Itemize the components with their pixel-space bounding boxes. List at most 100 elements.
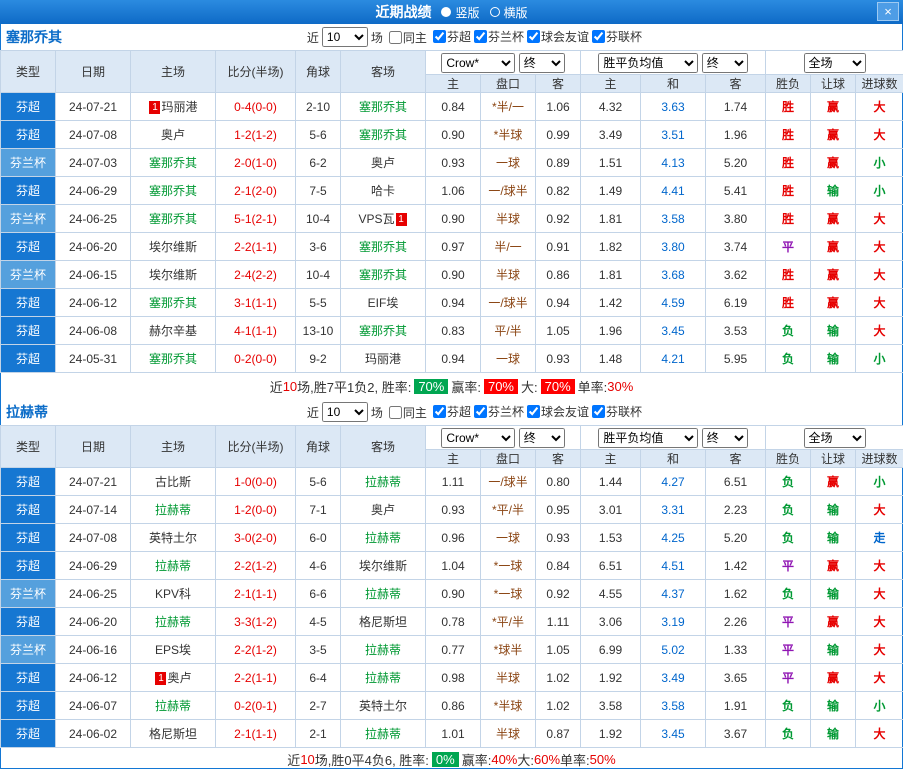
away-team-cell: 埃尔维斯 <box>340 551 426 580</box>
result-cell: 负 <box>765 344 812 373</box>
score-cell: 0-2(0-1) <box>215 691 296 720</box>
handicap-result-cell: 输 <box>810 495 857 524</box>
avg-away-cell: 5.41 <box>705 176 767 205</box>
league-filter[interactable]: 芬联杯 <box>589 403 642 420</box>
avg-draw-cell: 4.27 <box>640 467 707 496</box>
away-odds-cell: 0.93 <box>534 344 582 373</box>
away-odds-cell: 0.95 <box>534 495 582 524</box>
summary-segment: 场,胜0平4负6, 胜率: <box>314 753 429 768</box>
avg-draw-cell: 3.45 <box>640 316 707 345</box>
avg-time-select[interactable]: 终 <box>701 52 748 73</box>
home-odds-cell: 0.94 <box>425 344 481 373</box>
same-home-checkbox[interactable] <box>388 30 402 44</box>
league-checkbox[interactable] <box>432 30 446 43</box>
avg-type-select[interactable]: 胜平负均值 <box>598 52 699 73</box>
avg-home-cell: 1.92 <box>580 719 642 748</box>
score-cell: 2-2(1-1) <box>215 232 296 261</box>
avg-draw-cell: 3.45 <box>640 719 707 748</box>
away-team-cell: 塞那乔其 <box>340 92 426 121</box>
summary-segment: 近 <box>287 753 301 768</box>
date-cell: 24-07-14 <box>55 495 131 524</box>
odds-company-select[interactable]: Crow* <box>441 427 516 448</box>
league-filter[interactable]: 芬超 <box>430 403 471 420</box>
league-label: 芬联杯 <box>605 30 642 44</box>
avg-header: 胜平负均值 终 <box>580 50 767 75</box>
league-checkbox[interactable] <box>591 30 605 43</box>
scope-select[interactable]: 全场 <box>803 52 866 73</box>
away-team-name: 塞那乔其 <box>358 268 407 282</box>
team-section-home: 塞那乔其 近 10 场 同主 芬超 芬兰杯 球会友谊 芬联杯 类型 日期 主场 … <box>0 24 903 399</box>
handicap-cell: 半球 <box>480 260 536 289</box>
handicap-result-cell: 输 <box>810 691 857 720</box>
handicap-cell: 一/球半 <box>480 467 536 496</box>
avg-away-cell: 5.20 <box>705 523 767 552</box>
result-cell: 负 <box>765 495 812 524</box>
avg-away-cell: 3.74 <box>705 232 767 261</box>
col-type: 类型 <box>0 50 56 93</box>
corner-cell: 10-4 <box>295 260 341 289</box>
handicap-cell: *半球 <box>480 120 536 149</box>
avg-home-cell: 1.44 <box>580 467 642 496</box>
avg-time-select[interactable]: 终 <box>701 427 748 448</box>
summary-segment: 40% <box>491 752 518 767</box>
league-checkbox[interactable] <box>591 405 605 418</box>
home-odds-cell: 0.90 <box>425 579 481 608</box>
odds-company-select[interactable]: Crow* <box>441 52 516 73</box>
league-checkbox[interactable] <box>432 405 446 418</box>
layout-option-label: 竖版 <box>455 5 480 20</box>
recent-label: 近 <box>306 30 319 45</box>
league-filter[interactable]: 芬兰杯 <box>471 403 524 420</box>
recent-count-select[interactable]: 10 <box>321 27 368 47</box>
avg-away-cell: 3.67 <box>705 719 767 748</box>
league-checkbox[interactable] <box>526 30 540 43</box>
games-label: 场 <box>370 30 383 45</box>
corner-cell: 6-0 <box>295 523 341 552</box>
score-cell: 2-2(1-2) <box>215 551 296 580</box>
avg-draw-cell: 4.25 <box>640 523 707 552</box>
league-checkbox[interactable] <box>526 405 540 418</box>
result-cell: 负 <box>765 523 812 552</box>
league-filter[interactable]: 芬联杯 <box>589 28 642 45</box>
scope-select[interactable]: 全场 <box>803 427 866 448</box>
league-checkbox[interactable] <box>473 405 487 418</box>
odds-time-select[interactable]: 终 <box>518 427 565 448</box>
home-odds-cell: 0.77 <box>425 635 481 664</box>
goals-result-cell: 小 <box>855 467 903 496</box>
col-home-odds: 主 <box>425 74 481 93</box>
avg-away-cell: 2.26 <box>705 607 767 636</box>
away-team-name: 塞那乔其 <box>358 128 407 142</box>
handicap-cell: 半球 <box>480 204 536 233</box>
home-odds-cell: 0.90 <box>425 204 481 233</box>
goals-result-cell: 大 <box>855 204 903 233</box>
filter-bar: 塞那乔其 近 10 场 同主 芬超 芬兰杯 球会友谊 芬联杯 <box>0 24 903 50</box>
away-odds-cell: 1.02 <box>534 663 582 692</box>
col-away-odds: 客 <box>534 449 582 468</box>
same-home-filter[interactable]: 同主 <box>386 404 427 421</box>
col-corner: 角球 <box>295 50 341 93</box>
layout-option-vertical[interactable]: 竖版 <box>441 4 480 21</box>
match-row: 芬超 24-07-21 古比斯 1-0(0-0) 5-6 拉赫蒂 1.11 一/球半 0.80 1… <box>0 467 903 496</box>
odds-time-select[interactable]: 终 <box>518 52 565 73</box>
same-home-checkbox[interactable] <box>388 405 402 419</box>
avg-type-select[interactable]: 胜平负均值 <box>598 427 699 448</box>
league-filter[interactable]: 球会友谊 <box>524 28 589 45</box>
match-row: 芬超 24-07-21 1 玛丽港 0-4(0-0) 2-10 塞那乔其 0.84 *半/一 1.… <box>0 92 903 121</box>
close-button[interactable]: × <box>877 2 899 21</box>
match-row: 芬超 24-06-07 拉赫蒂 0-2(0-1) 2-7 英特土尔 0.86 *半球 1.02 3… <box>0 691 903 720</box>
summary-segment: 近 <box>269 379 283 395</box>
handicap-result-cell: 输 <box>810 579 857 608</box>
league-filter[interactable]: 芬兰杯 <box>471 28 524 45</box>
home-team-cell: 塞那乔其 <box>130 344 216 373</box>
layout-option-horizontal[interactable]: 横版 <box>489 4 528 21</box>
away-team-name: 拉赫蒂 <box>364 531 401 545</box>
avg-away-cell: 1.33 <box>705 635 767 664</box>
date-cell: 24-06-25 <box>55 579 131 608</box>
avg-away-cell: 5.20 <box>705 148 767 177</box>
same-home-filter[interactable]: 同主 <box>386 29 427 46</box>
league-filter[interactable]: 芬超 <box>430 28 471 45</box>
away-team-name: 玛丽港 <box>364 352 401 366</box>
league-checkbox[interactable] <box>473 30 487 43</box>
handicap-cell: *半球 <box>480 691 536 720</box>
league-filter[interactable]: 球会友谊 <box>524 403 589 420</box>
recent-count-select[interactable]: 10 <box>321 402 368 422</box>
